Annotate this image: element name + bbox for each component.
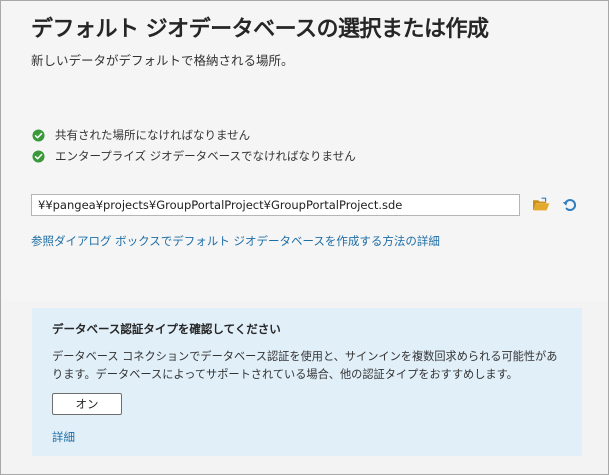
page-title: デフォルト ジオデータベースの選択または作成 bbox=[31, 17, 489, 42]
open-folder-icon bbox=[533, 197, 550, 211]
check-circle-icon bbox=[32, 128, 45, 142]
requirement-label: 共有された場所になければなりません bbox=[55, 128, 251, 142]
requirement-enterprise-geodatabase: エンタープライズ ジオデータベースでなければなりません bbox=[32, 148, 356, 164]
browse-folder-button[interactable] bbox=[531, 195, 551, 215]
details-link[interactable]: 詳細 bbox=[52, 429, 75, 445]
requirement-shared-location: 共有された場所になければなりません bbox=[32, 127, 250, 143]
authentication-notice: データベース認証タイプを確認してください データベース コネクションでデータベー… bbox=[32, 308, 582, 456]
create-geodatabase-help-link[interactable]: 参照ダイアログ ボックスでデフォルト ジオデータベースを作成する方法の詳細 bbox=[31, 233, 440, 249]
default-geodatabase-dialog: デフォルト ジオデータベースの選択または作成 新しいデータがデフォルトで格納され… bbox=[0, 0, 609, 475]
check-circle-icon bbox=[32, 149, 45, 163]
page-subtitle: 新しいデータがデフォルトで格納される場所。 bbox=[31, 53, 294, 68]
notice-body: データベース コネクションでデータベース認証を使用と、サインインを複数回求められ… bbox=[52, 350, 558, 381]
reset-path-button[interactable] bbox=[560, 195, 580, 215]
requirement-label: エンタープライズ ジオデータベースでなければなりません bbox=[55, 149, 356, 163]
on-button[interactable]: オン bbox=[52, 393, 122, 415]
refresh-icon bbox=[562, 199, 577, 211]
geodatabase-path-input[interactable] bbox=[31, 194, 520, 216]
notice-title: データベース認証タイプを確認してください bbox=[52, 322, 281, 336]
